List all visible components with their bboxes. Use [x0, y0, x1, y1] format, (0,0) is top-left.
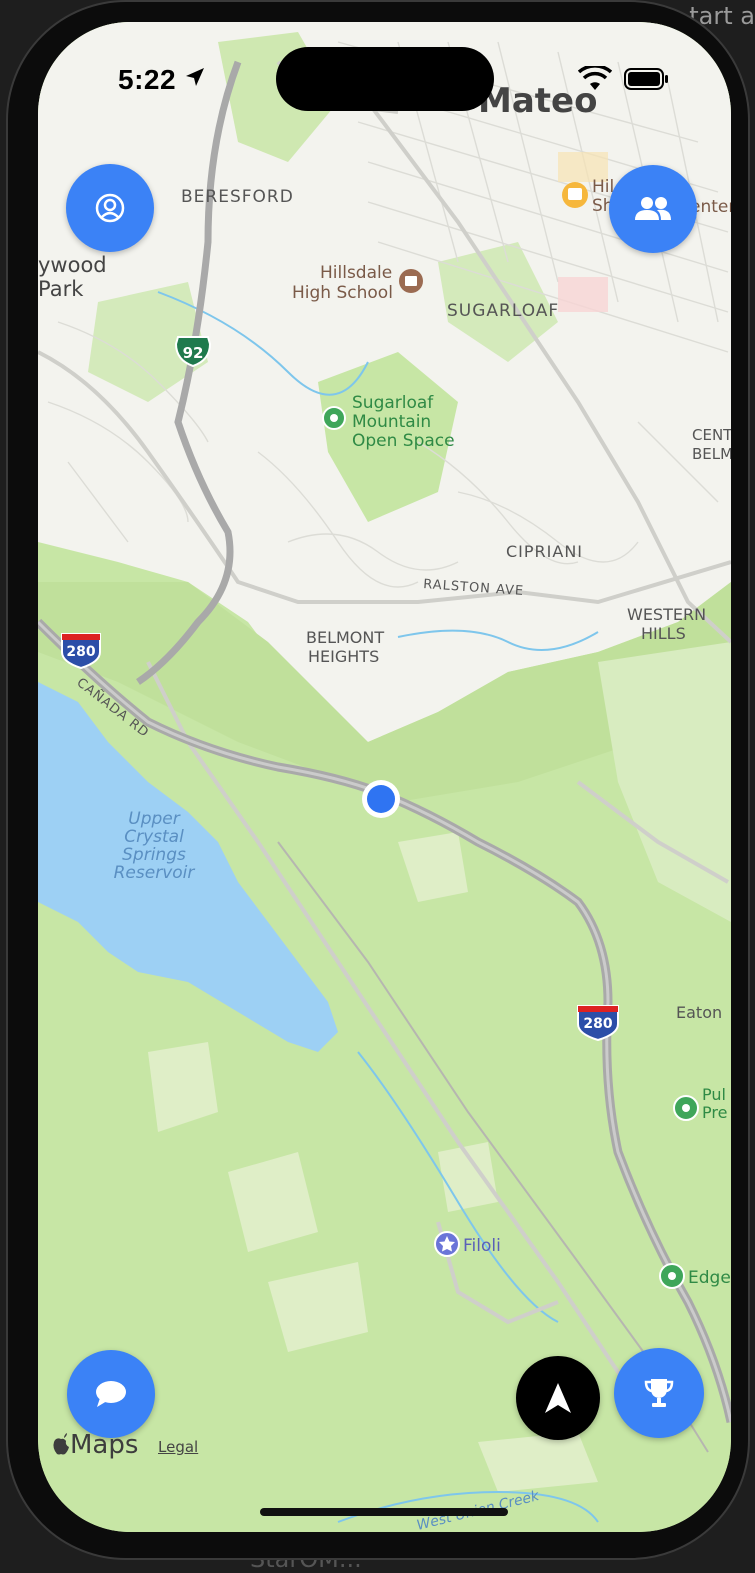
trophy-icon — [644, 1379, 674, 1407]
current-location-dot[interactable] — [367, 785, 395, 813]
map-label-hillsdale-2: High School — [292, 283, 393, 303]
wifi-icon — [578, 66, 612, 90]
map-label-belmont-2: HEIGHTS — [308, 647, 379, 666]
i280-label: 280 — [66, 644, 95, 660]
map-label-eaton: Eaton — [676, 1003, 722, 1022]
map-label-cipriani: CIPRIANI — [506, 542, 583, 561]
apple-maps-logo: Maps — [52, 1430, 138, 1460]
apple-logo-icon — [53, 1433, 69, 1455]
map-label-beresford: BERESFORD — [181, 187, 294, 207]
map-label-openspace-1: Sugarloaf — [352, 393, 434, 413]
battery-icon — [624, 68, 668, 90]
map-label-sugarloaf: SUGARLOAF — [447, 301, 559, 321]
map-label-res-4: Reservoir — [114, 863, 196, 883]
map-label-central-1: CENT — [692, 426, 731, 444]
recenter-button[interactable] — [516, 1356, 600, 1440]
navigation-arrow-icon — [545, 1383, 571, 1413]
map-label-belmont-1: BELMONT — [306, 628, 384, 647]
map-label-hollywood-2: Park — [38, 277, 84, 301]
user-circle-icon — [95, 193, 125, 223]
dynamic-island — [276, 47, 494, 111]
map-label-res-1: Upper — [128, 809, 180, 829]
users-icon — [635, 197, 671, 220]
chat-bubble-icon — [96, 1381, 126, 1407]
map-label-filoli: Filoli — [463, 1236, 501, 1256]
home-indicator[interactable] — [260, 1508, 508, 1516]
legal-link[interactable]: Legal — [158, 1438, 198, 1456]
maps-label: Maps — [70, 1430, 139, 1460]
map-view[interactable]: Mateo BERESFORD ywood Park Hillsdale Hig… — [38, 22, 731, 1532]
map-label-pulgas-1: Pul — [702, 1085, 726, 1104]
map-label-western-1: WESTERN — [627, 605, 706, 624]
phone-frame: Mateo BERESFORD ywood Park Hillsdale Hig… — [6, 0, 750, 1560]
map-label-hollywood-1: ywood — [38, 253, 107, 277]
map-label-western-2: HILLS — [641, 624, 686, 643]
i280-label-2: 280 — [583, 1016, 612, 1032]
shopping-poi-icon — [568, 188, 582, 200]
map-label-hillsdale-1: Hillsdale — [320, 263, 392, 283]
map-label-res-2: Crystal — [124, 827, 184, 847]
map-label-openspace-2: Mountain — [352, 412, 431, 432]
trophy-button[interactable] — [614, 1348, 704, 1438]
map-label-central-2: BELM — [692, 445, 731, 463]
map-label-edgewood: Edge — [688, 1268, 731, 1288]
chat-button[interactable] — [67, 1350, 155, 1438]
map-label-res-3: Springs — [122, 845, 186, 865]
profile-button[interactable] — [66, 164, 154, 252]
hwy-92-label: 92 — [183, 344, 204, 362]
phone-screen: Mateo BERESFORD ywood Park Hillsdale Hig… — [38, 22, 731, 1532]
location-services-icon — [186, 68, 204, 86]
map-label-openspace-3: Open Space — [352, 431, 455, 451]
friends-button[interactable] — [609, 165, 697, 253]
status-time: 5:22 — [118, 64, 177, 95]
map-label-pulgas-2: Pre — [702, 1103, 727, 1122]
